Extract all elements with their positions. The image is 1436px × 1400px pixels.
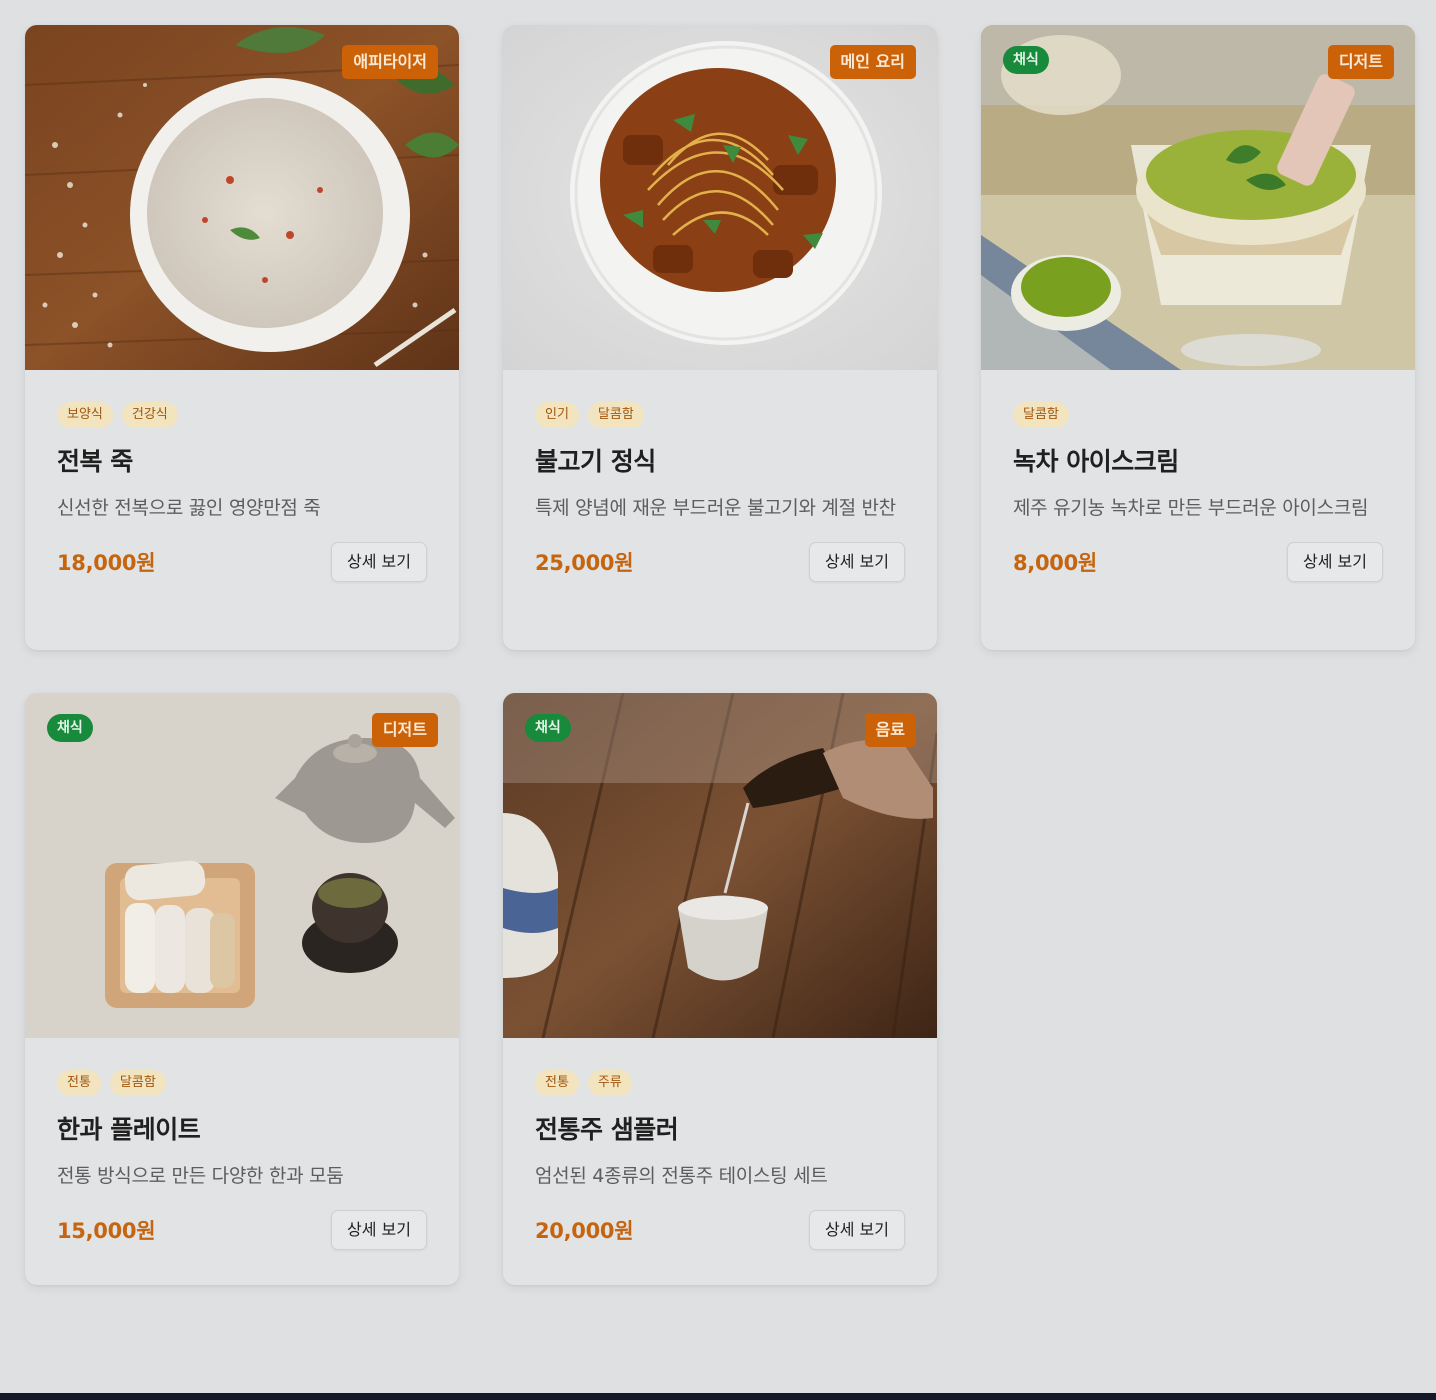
menu-item-price: 20,000원 xyxy=(535,1219,634,1243)
category-badge: 디저트 xyxy=(371,713,438,747)
menu-item-description: 특제 양념에 재운 부드러운 불고기와 계절 반찬 xyxy=(535,497,896,519)
menu-card[interactable]: 메인 요리 인기 달콤함 불고기 정식 특제 양념에 재운 부드러운 불고기와 … xyxy=(503,25,937,650)
footer-edge xyxy=(0,1393,1436,1400)
tag: 전통 xyxy=(535,1070,579,1096)
category-badge: 음료 xyxy=(864,713,916,747)
category-badge: 애피타이저 xyxy=(342,45,438,79)
tag: 보양식 xyxy=(57,402,113,428)
food-photo: 메인 요리 xyxy=(503,25,937,370)
tag-list: 달콤함 xyxy=(1013,402,1383,429)
tag: 건강식 xyxy=(121,402,178,428)
tag-list: 보양식 건강식 xyxy=(57,402,427,429)
tag: 달콤함 xyxy=(1013,402,1069,428)
vegetarian-badge: 채식 xyxy=(47,714,93,742)
vegetarian-badge: 채식 xyxy=(525,714,571,742)
menu-item-price: 25,000원 xyxy=(535,551,634,575)
menu-card[interactable]: 애피타이저 보양식 건강식 전복 죽 신선한 전복으로 끓인 영양만점 죽 18… xyxy=(25,25,459,650)
category-badge: 디저트 xyxy=(1327,45,1394,79)
tag-list: 전통 달콤함 xyxy=(57,1070,427,1097)
menu-item-price: 8,000원 xyxy=(1013,551,1097,575)
menu-item-name: 전통주 샘플러 xyxy=(535,1115,679,1144)
menu-card[interactable]: 채식 디저트 전통 달콤함 한과 플레이트 전통 방식으로 만든 다양한 한과 … xyxy=(25,693,459,1285)
food-photo: 채식 음료 xyxy=(503,693,937,1038)
view-details-button[interactable]: 상세 보기 xyxy=(331,1210,427,1250)
menu-item-price: 18,000원 xyxy=(57,551,156,575)
tag-list: 인기 달콤함 xyxy=(535,402,905,429)
view-details-button[interactable]: 상세 보기 xyxy=(809,1210,905,1250)
menu-item-name: 한과 플레이트 xyxy=(57,1115,201,1144)
menu-item-name: 불고기 정식 xyxy=(535,447,656,476)
food-photo: 애피타이저 xyxy=(25,25,459,370)
tag: 달콤함 xyxy=(587,402,644,428)
tag: 주류 xyxy=(587,1070,632,1096)
menu-item-description: 엄선된 4종류의 전통주 테이스팅 세트 xyxy=(535,1165,828,1187)
tag-list: 전통 주류 xyxy=(535,1070,905,1097)
tag: 전통 xyxy=(57,1070,101,1096)
menu-item-description: 제주 유기농 녹차로 만든 부드러운 아이스크림 xyxy=(1013,497,1369,519)
view-details-button[interactable]: 상세 보기 xyxy=(1287,542,1383,582)
menu-card[interactable]: 채식 디저트 달콤함 녹차 아이스크림 제주 유기농 녹차로 만든 부드러운 아… xyxy=(981,25,1415,650)
view-details-button[interactable]: 상세 보기 xyxy=(809,542,905,582)
menu-card[interactable]: 채식 음료 전통 주류 전통주 샘플러 엄선된 4종류의 전통주 테이스팅 세트… xyxy=(503,693,937,1285)
tag: 달콤함 xyxy=(109,1070,166,1096)
view-details-button[interactable]: 상세 보기 xyxy=(331,542,427,582)
menu-item-description: 전통 방식으로 만든 다양한 한과 모둠 xyxy=(57,1165,344,1187)
menu-item-name: 녹차 아이스크림 xyxy=(1013,447,1179,476)
menu-item-name: 전복 죽 xyxy=(57,447,133,476)
category-badge: 메인 요리 xyxy=(829,45,916,79)
food-photo: 채식 디저트 xyxy=(981,25,1415,370)
tag: 인기 xyxy=(535,402,579,428)
menu-grid: 애피타이저 보양식 건강식 전복 죽 신선한 전복으로 끓인 영양만점 죽 18… xyxy=(25,25,1415,1285)
menu-item-description: 신선한 전복으로 끓인 영양만점 죽 xyxy=(57,497,321,519)
menu-item-price: 15,000원 xyxy=(57,1219,156,1243)
food-photo: 채식 디저트 xyxy=(25,693,459,1038)
vegetarian-badge: 채식 xyxy=(1003,46,1049,74)
